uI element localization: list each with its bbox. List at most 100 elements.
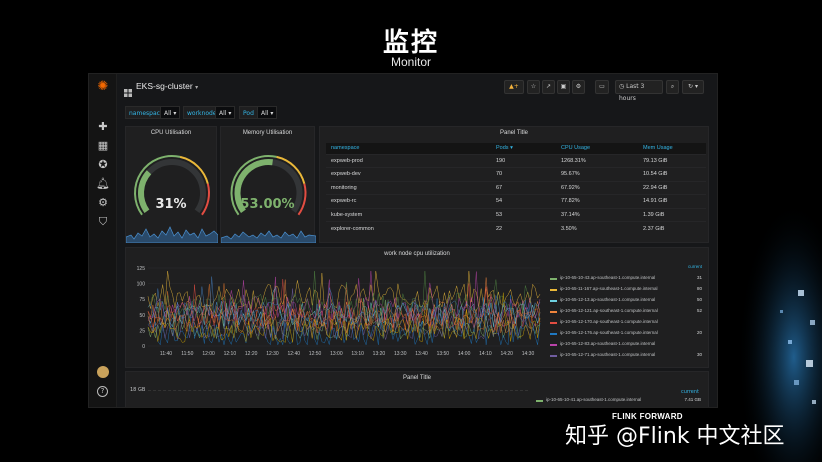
memory-gauge-panel[interactable]: Memory Utilisation 53.00% [220,126,316,243]
legend-value: 50 [696,297,702,302]
table-row[interactable]: expweb-rc 54 77.82% 14.91 GiB [326,194,706,208]
x-axis-tick: 11:50 [181,351,193,357]
table-row[interactable]: kube-system 53 37.14% 1.39 GiB [326,207,706,222]
plus-icon[interactable]: ✚ [96,120,110,134]
grafana-logo-icon[interactable]: ✺ [96,80,110,94]
legend-name: ip-10-65-12-71.ap-southeast-1.compute.in… [560,352,656,357]
series-line [147,271,541,309]
var-pod-value: All [261,110,269,117]
legend-name: ip-10-65-12-121.ap-southeast-1.compute.i… [560,308,658,313]
legend-swatch [550,355,557,357]
dashboards-icon[interactable]: ▦ [96,139,110,153]
settings-button[interactable]: ⚙ [572,80,585,94]
panel-title: CPU Utilisation [150,130,192,136]
slide-title: 监控 [382,28,439,58]
star-button[interactable]: ☆ [527,80,540,94]
x-axis-tick: 12:10 [224,351,237,357]
legend-name: ip-10-65-11-167.ap-southeast-1.compute.i… [560,286,658,291]
help-icon[interactable]: ? [97,386,108,397]
var-worknode-select[interactable]: All ▾ [215,106,236,119]
cpu-gauge-panel[interactable]: CPU Utilisation 31% [125,126,218,243]
legend-swatch [550,278,557,280]
share-button[interactable]: ↗ [542,80,555,94]
table-cell: 1268.31% [556,153,638,168]
legend-value: 80 [696,286,702,291]
column-header-cpu-usage[interactable]: CPU Usage [556,143,638,154]
x-axis-tick: 14:10 [479,351,492,357]
column-header-namespace[interactable]: namespace [326,143,491,154]
cpu-legend: current ip-10-65-10-43.ap-southeast-1.co… [550,264,702,364]
var-pod-select[interactable]: All ▾ [257,106,278,119]
refresh-button[interactable]: ↻ ▾ [682,80,704,94]
column-header-mem-usage[interactable]: Mem Usage [638,143,706,154]
dashboard-title-button[interactable]: EKS-sg-cluster ▾ [136,81,198,91]
table-cell: 77.82% [556,194,638,208]
x-axis-tick: 12:00 [202,351,215,357]
legend-value: 30 [696,352,702,357]
legend-name: ip-10-65-12-13.ap-southeast-1.compute.in… [560,297,656,302]
zoom-out-button[interactable]: ⌕ [666,80,679,94]
table-cell: monitoring [326,180,491,195]
column-header-pods[interactable]: Pods ▾ [491,143,556,154]
table-cell: expweb-dev [326,167,491,181]
panel-title: Panel Title [402,375,432,381]
x-axis-tick: 12:30 [266,351,279,357]
table-cell: explorer-common [326,221,491,235]
bottom-panel[interactable]: Panel Title 18 GB current ip-10-65-10-41… [125,371,709,407]
explore-icon[interactable]: ✪ [96,158,110,172]
slide-subtitle: Monitor [390,55,431,69]
memory-gauge-value: 53.00% [240,197,295,212]
legend-item[interactable]: ip-10-65-12-13.ap-southeast-1.compute.in… [550,296,702,306]
avatar[interactable] [97,366,109,378]
dashboard-title: EKS-sg-cluster [136,81,193,91]
legend-item[interactable]: ip-10-65-12-170.ap-southeast-1.compute.i… [550,318,702,328]
namespace-table: namespace Pods ▾ CPU Usage Mem Usage exp… [326,143,706,235]
legend-item[interactable]: ip-10-65-11-167.ap-southeast-1.compute.i… [550,285,702,295]
legend-item[interactable]: ip-10-65-10-43.ap-southeast-1.compute.in… [550,274,702,284]
table-cell: kube-system [326,207,491,222]
var-namespace-select[interactable]: All ▾ [160,106,181,119]
legend-name: ip-10-65-12-170.ap-southeast-1.compute.i… [560,319,658,324]
legend-item[interactable]: ip-10-65-12-83.ap-southeast-1.compute.in… [550,340,702,350]
dashboard-grid-icon [124,82,132,97]
table-cell: 53 [491,207,556,222]
cpu-utilization-chart: 125 100 75 50 25 0 11:40 11:50 12:00 12:10 12:20 12… [137,266,541,357]
legend-swatch [536,400,543,402]
table-row[interactable]: expweb-dev 70 95.67% 10.54 GiB [326,167,706,181]
legend-item[interactable]: ip-10-65-12-121.ap-southeast-1.compute.i… [550,307,702,317]
top-bar: EKS-sg-cluster ▾ ▲+ ☆ ↗ ▣ ⚙ ▭ ◷ Last 3 h… [117,74,717,102]
shield-icon[interactable]: ⛉ [96,215,110,229]
table-cell: 95.67% [556,167,638,181]
add-panel-button[interactable]: ▲+ [504,80,524,94]
table-cell: 67.92% [556,180,638,195]
table-cell: 70 [491,167,556,181]
x-axis-tick: 12:50 [309,351,322,357]
table-cell: 37.14% [556,207,638,222]
gear-icon[interactable]: ⚙ [96,196,110,210]
save-button[interactable]: ▣ [557,80,570,94]
legend-name: ip-10-65-12-83.ap-southeast-1.compute.in… [560,341,656,346]
legend-header: current [687,264,702,269]
y-axis-tick: 18 GB [130,387,146,393]
legend-item[interactable]: ip-10-65-12-71.ap-southeast-1.compute.in… [550,351,702,361]
tv-mode-button[interactable]: ▭ [595,80,609,94]
legend-item[interactable]: ip-10-65-12-176.ap-southeast-1.compute.i… [550,329,702,339]
legend-name: ip-10-65-12-176.ap-southeast-1.compute.i… [560,330,658,335]
legend-swatch [550,289,557,291]
grid-line [148,390,528,391]
legend-item[interactable]: ip-10-65-10-41.ap-southeast-1.compute.in… [536,396,701,406]
sidebar: ✺ ✚ ▦ ✪ 🔔︎ ⚙ ⛉ ? [89,74,117,407]
x-axis-tick: 13:00 [330,351,343,357]
x-axis-tick: 13:20 [373,351,386,357]
x-axis-tick: 12:40 [288,351,301,357]
namespace-table-panel[interactable]: Panel Title namespace Pods ▾ CPU Usage M… [319,126,709,243]
table-row[interactable]: monitoring 67 67.92% 22.94 GiB [326,180,706,195]
cpu-utilization-panel[interactable]: work node cpu utilization 125 100 75 50 25 0 1… [125,247,709,368]
table-row[interactable]: explorer-common 22 3.50% 2.37 GiB [326,221,706,235]
table-cell: expweb-rc [326,194,491,208]
bell-icon[interactable]: 🔔︎ [96,177,110,191]
table-cell: 22 [491,221,556,235]
time-picker-button[interactable]: ◷ Last 3 hours [615,80,663,102]
table-row[interactable]: expweb-prod 190 1268.31% 79.13 GiB [326,153,706,168]
table-cell: 22.94 GiB [638,180,706,195]
